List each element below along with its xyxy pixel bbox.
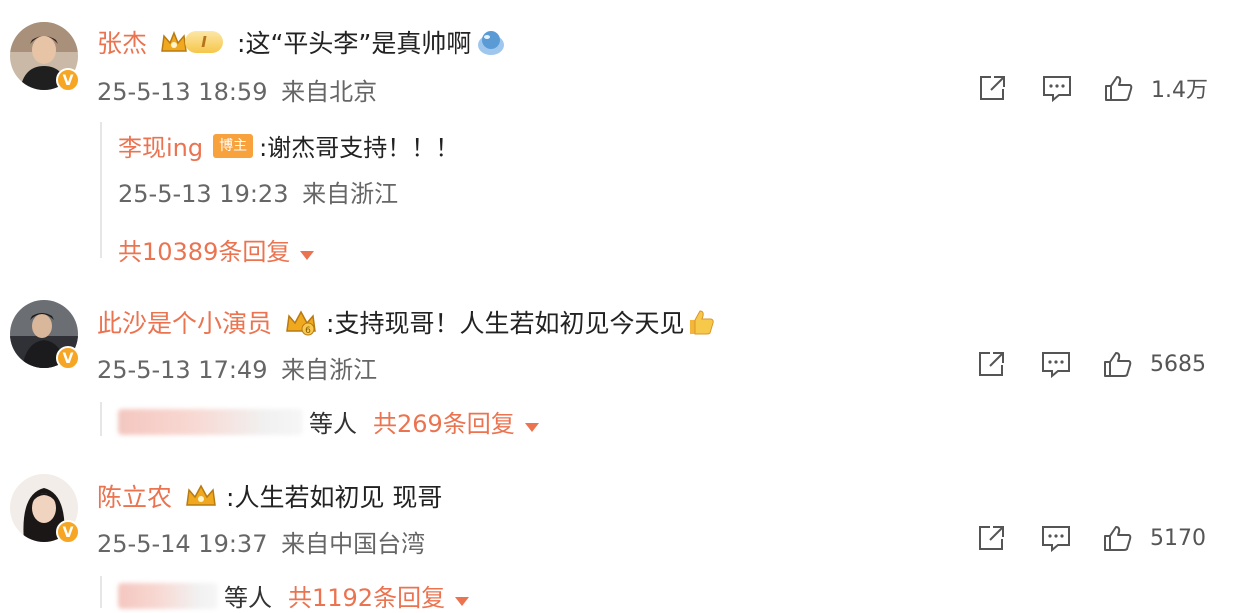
emoji-icon	[478, 31, 505, 55]
comment-location: 来自中国台湾	[281, 530, 426, 558]
reply-time: 25-5-13 19:23	[118, 180, 289, 208]
comment-username[interactable]: 此沙是个小演员	[97, 304, 272, 340]
share-icon[interactable]	[976, 350, 1008, 378]
thumbs-up-icon[interactable]	[1102, 524, 1134, 552]
more-replies-link[interactable]: 共10389条回复	[118, 232, 315, 267]
comment-time: 25-5-14 19:37	[97, 530, 268, 558]
verified-v-badge: V	[56, 346, 80, 370]
svg-text:6: 6	[305, 326, 311, 336]
chevron-down-icon	[524, 423, 539, 432]
more-replies-link[interactable]: 共269条回复	[373, 404, 539, 439]
chevron-down-icon	[300, 251, 315, 260]
like-count: 5685	[1150, 351, 1206, 377]
share-icon[interactable]	[976, 524, 1008, 552]
comment-text: :这“平头李”是真帅啊	[237, 29, 472, 58]
level-label: I	[185, 31, 224, 53]
reply-text: :谢杰哥支持！！！	[259, 134, 460, 162]
comment-icon[interactable]	[1041, 74, 1073, 102]
like-count: 1.4万	[1151, 78, 1208, 103]
avatar[interactable]: V	[10, 300, 80, 370]
blurred-usernames	[118, 582, 218, 609]
reply-location: 来自浙江	[302, 180, 399, 208]
share-icon[interactable]	[977, 74, 1009, 102]
more-replies-label: 共10389条回复	[118, 238, 291, 266]
crown-icon: I	[159, 27, 229, 57]
avatar[interactable]: V	[10, 22, 80, 92]
comment-text: :支持现哥！人生若如初见今天见	[326, 309, 685, 338]
verified-v-badge: V	[56, 68, 80, 92]
crown-icon	[186, 484, 216, 506]
thumbs-up-icon[interactable]	[1103, 74, 1135, 102]
more-replies-label: 共269条回复	[373, 410, 515, 438]
thumbs-up-icon[interactable]	[1102, 350, 1134, 378]
blogger-badge: 博主	[213, 133, 254, 158]
comment-time: 25-5-13 17:49	[97, 356, 268, 384]
crown-icon: 6	[286, 310, 316, 336]
avatar[interactable]: V	[10, 474, 80, 544]
comment-username[interactable]: 陈立农	[97, 478, 172, 514]
reply-username[interactable]: 李现ing	[118, 128, 203, 163]
like-count: 5170	[1150, 525, 1206, 551]
blurred-usernames	[118, 408, 303, 435]
verified-v-badge: V	[56, 520, 80, 544]
comment-location: 来自浙江	[281, 356, 378, 384]
chevron-down-icon	[455, 597, 470, 606]
comment-location: 来自北京	[281, 78, 378, 106]
comment-time: 25-5-13 18:59	[97, 78, 268, 106]
comment-username[interactable]: 张杰	[97, 24, 147, 60]
comment-icon[interactable]	[1040, 350, 1072, 378]
comment-icon[interactable]	[1040, 524, 1072, 552]
thumbs-up-emoji-icon	[690, 310, 715, 335]
others-label: 等人	[309, 410, 357, 438]
comment-text: :人生若如初见 现哥	[226, 483, 443, 512]
